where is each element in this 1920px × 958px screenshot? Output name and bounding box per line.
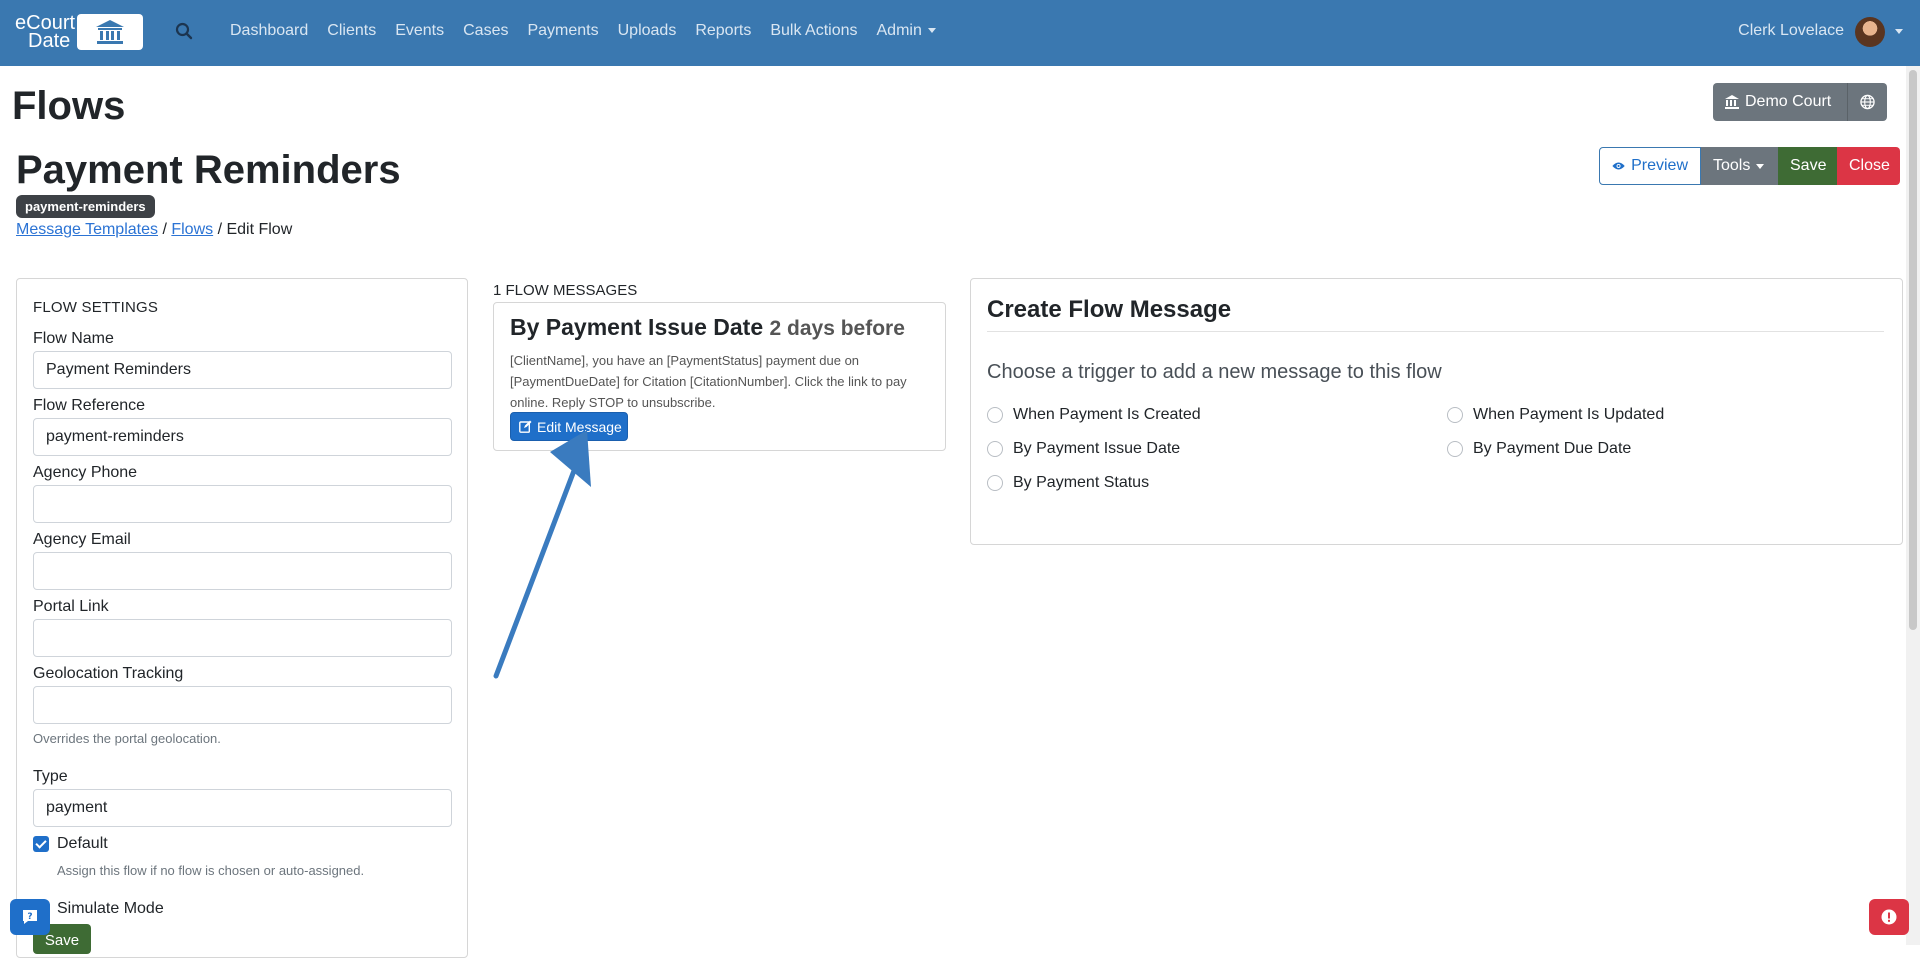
agency-email-label: Agency Email xyxy=(33,531,131,548)
nav-admin-dropdown[interactable]: Admin xyxy=(877,22,936,40)
court-switcher: Demo Court xyxy=(1713,83,1887,121)
svg-text:?: ? xyxy=(27,912,32,922)
flow-message-trigger: By Payment Issue Date xyxy=(510,314,764,340)
agency-phone-input[interactable] xyxy=(33,485,452,523)
nav-uploads[interactable]: Uploads xyxy=(618,22,677,40)
breadcrumb: Message Templates / Flows / Edit Flow xyxy=(16,221,292,239)
error-report-button[interactable] xyxy=(1869,899,1909,935)
trigger-payment-updated[interactable]: When Payment Is Updated xyxy=(1447,406,1664,424)
default-label: Default xyxy=(57,835,108,852)
radio-button[interactable] xyxy=(987,475,1003,491)
flow-title: Payment Reminders xyxy=(16,148,401,192)
breadcrumb-current: / Edit Flow xyxy=(213,221,293,238)
type-label: Type xyxy=(33,768,68,785)
flow-actions: Preview Tools Save Close xyxy=(1599,147,1900,185)
create-flow-message-subtitle: Choose a trigger to add a new message to… xyxy=(987,361,1442,383)
chat-question-icon: ? xyxy=(23,910,37,924)
edit-message-label: Edit Message xyxy=(537,418,622,435)
nav-dashboard[interactable]: Dashboard xyxy=(230,22,308,40)
page-title: Flows xyxy=(12,84,126,128)
flow-reference-badge: payment-reminders xyxy=(16,195,155,218)
trigger-label: By Payment Due Date xyxy=(1473,440,1632,457)
scrollbar-thumb[interactable] xyxy=(1909,70,1917,630)
default-checkbox[interactable] xyxy=(33,836,49,852)
trigger-payment-due-date[interactable]: By Payment Due Date xyxy=(1447,440,1631,458)
nav-clients[interactable]: Clients xyxy=(327,22,376,40)
close-button[interactable]: Close xyxy=(1837,147,1900,185)
geolocation-label: Geolocation Tracking xyxy=(33,665,184,682)
flow-messages-heading: 1 FLOW MESSAGES xyxy=(493,282,638,299)
flow-name-label: Flow Name xyxy=(33,330,114,347)
logo-line-2: Date xyxy=(28,30,71,52)
nav-links: Dashboard Clients Events Cases Payments … xyxy=(230,22,955,40)
breadcrumb-separator: / xyxy=(158,221,172,238)
flow-message-timing: 2 days before xyxy=(769,317,905,340)
nav-events[interactable]: Events xyxy=(395,22,444,40)
trigger-label: When Payment Is Created xyxy=(1013,406,1201,423)
courthouse-icon xyxy=(77,14,143,50)
flow-settings-heading: FLOW SETTINGS xyxy=(33,299,159,316)
top-navbar: eCourt Date Dashboard Clients Events Cas… xyxy=(0,0,1920,66)
nav-payments[interactable]: Payments xyxy=(527,22,598,40)
default-hint: Assign this flow if no flow is chosen or… xyxy=(57,863,365,878)
agency-email-input[interactable] xyxy=(33,552,452,590)
eye-icon xyxy=(1612,162,1625,170)
user-menu-chevron-icon[interactable] xyxy=(1895,29,1903,34)
bank-icon xyxy=(1725,95,1739,109)
flow-reference-input[interactable]: payment-reminders xyxy=(33,418,452,456)
logo-text: eCourt Date xyxy=(15,13,85,52)
preview-button[interactable]: Preview xyxy=(1599,147,1701,185)
ecourtdate-logo[interactable]: eCourt Date xyxy=(15,13,143,52)
demo-court-label: Demo Court xyxy=(1745,93,1832,110)
portal-link-label: Portal Link xyxy=(33,598,109,615)
user-name[interactable]: Clerk Lovelace xyxy=(1738,22,1844,40)
preview-label: Preview xyxy=(1631,157,1688,174)
nav-bulk-actions[interactable]: Bulk Actions xyxy=(770,22,857,40)
chat-button[interactable]: ? xyxy=(10,899,50,935)
chevron-down-icon xyxy=(927,28,936,34)
radio-button[interactable] xyxy=(987,407,1003,423)
chevron-down-icon xyxy=(1756,163,1765,169)
language-button[interactable] xyxy=(1847,83,1887,121)
save-button[interactable]: Save xyxy=(1778,147,1837,185)
exclamation-circle-icon xyxy=(1881,909,1897,925)
create-flow-message-title: Create Flow Message xyxy=(987,296,1232,323)
portal-link-input[interactable] xyxy=(33,619,452,657)
trigger-label: By Payment Issue Date xyxy=(1013,440,1181,457)
trigger-payment-issue-date[interactable]: By Payment Issue Date xyxy=(987,440,1180,458)
edit-icon xyxy=(519,420,532,433)
divider xyxy=(987,331,1884,332)
trigger-payment-status[interactable]: By Payment Status xyxy=(987,474,1149,492)
tools-dropdown-button[interactable]: Tools xyxy=(1701,147,1778,185)
breadcrumb-message-templates[interactable]: Message Templates xyxy=(16,221,158,238)
nav-admin-label: Admin xyxy=(876,22,922,39)
edit-message-button[interactable]: Edit Message xyxy=(510,412,628,441)
breadcrumb-flows[interactable]: Flows xyxy=(171,221,213,238)
geolocation-hint: Overrides the portal geolocation. xyxy=(33,731,221,746)
geolocation-input[interactable] xyxy=(33,686,452,724)
type-input[interactable]: payment xyxy=(33,789,452,827)
avatar[interactable] xyxy=(1855,17,1885,47)
trigger-label: By Payment Status xyxy=(1013,474,1150,491)
trigger-label: When Payment Is Updated xyxy=(1473,406,1665,423)
search-icon[interactable] xyxy=(175,22,197,44)
demo-court-button[interactable]: Demo Court xyxy=(1713,83,1847,121)
tools-label: Tools xyxy=(1713,157,1751,174)
flow-message-body: [ClientName], you have an [PaymentStatus… xyxy=(510,353,907,410)
trigger-payment-created[interactable]: When Payment Is Created xyxy=(987,406,1201,424)
flow-name-input[interactable]: Payment Reminders xyxy=(33,351,452,389)
simulate-mode-label: Simulate Mode xyxy=(57,900,164,917)
agency-phone-label: Agency Phone xyxy=(33,464,138,481)
flow-message-title: By Payment Issue Date 2 days before xyxy=(510,314,905,341)
radio-button[interactable] xyxy=(987,441,1003,457)
nav-reports[interactable]: Reports xyxy=(695,22,751,40)
globe-icon xyxy=(1860,94,1875,110)
radio-button[interactable] xyxy=(1447,441,1463,457)
nav-cases[interactable]: Cases xyxy=(463,22,508,40)
radio-button[interactable] xyxy=(1447,407,1463,423)
flow-reference-label: Flow Reference xyxy=(33,397,146,414)
